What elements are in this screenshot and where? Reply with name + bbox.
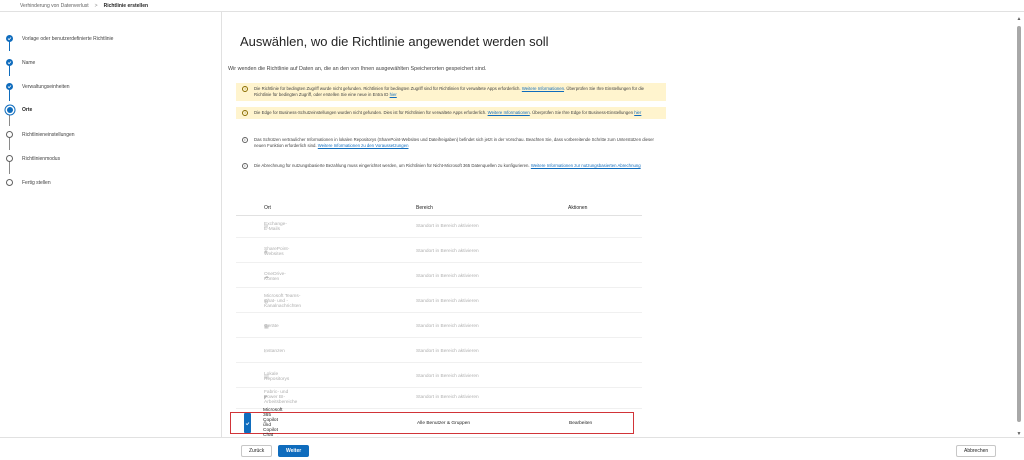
learn-more-link[interactable]: Weitere Informationen bbox=[488, 110, 530, 115]
learn-more-link[interactable]: Weitere Informationen bbox=[522, 86, 564, 91]
step-admin-units[interactable]: Verwaltungseinheiten bbox=[6, 83, 70, 90]
step-name[interactable]: Name bbox=[6, 59, 35, 66]
stepper-divider bbox=[221, 12, 222, 437]
message-text: Das Schützen vertraulicher Informationen… bbox=[254, 137, 654, 148]
location-scope: Standort in Bereich aktivieren bbox=[416, 374, 479, 379]
vertical-scrollbar[interactable]: ▲ ▼ bbox=[1016, 16, 1022, 437]
step-complete-icon bbox=[6, 83, 13, 90]
step-connector bbox=[9, 112, 10, 126]
edge-settings-link[interactable]: hier bbox=[634, 110, 641, 115]
table-row[interactable]: ◈ SharePoint-Websites Standort in Bereich… bbox=[236, 241, 642, 263]
prerequisites-link[interactable]: Weitere Informationen zu den Voraussetzu… bbox=[318, 143, 409, 148]
step-label: Richtlinieneinstellungen bbox=[22, 131, 75, 138]
step-template[interactable]: Vorlage oder benutzerdefinierte Richtlin… bbox=[6, 35, 113, 42]
wizard-stepper: Vorlage oder benutzerdefinierte Richtlin… bbox=[0, 12, 221, 437]
step-pending-icon bbox=[6, 131, 13, 138]
table-row[interactable]: ▤ Lokale Repositorys Standort in Bereich … bbox=[236, 366, 642, 388]
location-scope: Standort in Bereich aktivieren bbox=[416, 274, 479, 279]
breadcrumb: Verhinderung von Datenverlust > Richtlin… bbox=[0, 0, 1024, 12]
table-row-selected[interactable]: ✧ Microsoft 365 Copilot und Copilot Chat … bbox=[230, 408, 634, 438]
step-label: Richtlinienmodus bbox=[22, 155, 61, 162]
breadcrumb-current: Richtlinie erstellen bbox=[103, 2, 149, 9]
message-text: Die Richtlinie für bedingten Zugriff wur… bbox=[254, 86, 522, 91]
step-finish: Fertig stellen bbox=[6, 179, 51, 186]
table-row[interactable]: ◍ Microsoft Teams-Chat- und -Kanalnachric… bbox=[236, 291, 642, 313]
page-intro: Wir wenden die Richtlinie auf Daten an, … bbox=[228, 66, 487, 72]
billing-link[interactable]: Weitere Informationen zur nutzungsbasier… bbox=[531, 163, 641, 168]
location-scope: Standort in Bereich aktivieren bbox=[416, 324, 479, 329]
message-text: Die Edge for Business-Schutzeinstellunge… bbox=[254, 110, 488, 115]
table-row[interactable]: ✉ Exchange-E-Mails Standort in Bereich ak… bbox=[236, 216, 642, 238]
table-header: Ort Bereich Aktionen bbox=[236, 200, 642, 216]
table-row[interactable]: ◌ Instanzen Standort in Bereich aktiviere… bbox=[236, 341, 642, 363]
message-bar-info: i Das Schützen vertraulicher Information… bbox=[236, 134, 666, 152]
back-button[interactable]: Zurück bbox=[241, 445, 273, 457]
location-scope: Standort in Bereich aktivieren bbox=[416, 224, 479, 229]
warning-icon: ! bbox=[242, 110, 248, 116]
page-title: Auswählen, wo die Richtlinie angewendet … bbox=[240, 34, 549, 49]
message-bar-warning: ! Die Richtlinie für bedingten Zugriff w… bbox=[236, 83, 666, 101]
warning-icon: ! bbox=[242, 86, 248, 92]
step-pending-icon bbox=[6, 179, 13, 186]
breadcrumb-separator: > bbox=[94, 2, 98, 9]
info-icon: i bbox=[242, 137, 248, 143]
message-bar-warning: ! Die Edge for Business-Schutzeinstellun… bbox=[236, 107, 666, 119]
next-button[interactable]: Weiter bbox=[278, 445, 310, 457]
main-content: Auswählen, wo die Richtlinie angewendet … bbox=[228, 12, 1018, 456]
column-header-bereich[interactable]: Bereich bbox=[416, 200, 433, 215]
breadcrumb-parent-link[interactable]: Verhinderung von Datenverlust bbox=[20, 3, 89, 9]
location-scope: Standort in Bereich aktivieren bbox=[416, 249, 479, 254]
step-complete-icon bbox=[6, 59, 13, 66]
row-checkbox[interactable] bbox=[244, 413, 251, 433]
column-header-aktionen: Aktionen bbox=[568, 204, 588, 211]
location-scope: Alle Benutzer & Gruppen bbox=[417, 420, 471, 426]
step-label: Name bbox=[22, 59, 36, 66]
step-label: Fertig stellen bbox=[22, 179, 51, 186]
location-scope: Standort in Bereich aktivieren bbox=[416, 395, 479, 400]
entra-link[interactable]: hier bbox=[390, 92, 397, 97]
step-label: Vorlage oder benutzerdefinierte Richtlin… bbox=[22, 35, 114, 42]
step-connector bbox=[9, 136, 10, 150]
step-pending-icon bbox=[6, 155, 13, 162]
message-bar-info: i Die Abrechnung für nutzungsbasierte Be… bbox=[236, 160, 666, 172]
location-scope: Standort in Bereich aktivieren bbox=[416, 299, 479, 304]
step-current-icon bbox=[6, 107, 13, 113]
table-row[interactable]: ▦ Geräte Standort in Bereich aktivieren bbox=[236, 316, 642, 338]
info-icon: i bbox=[242, 163, 248, 169]
wizard-footer: Zurück Weiter Abbrechen bbox=[0, 437, 1024, 460]
step-policy-settings: Richtlinieneinstellungen bbox=[6, 131, 75, 138]
table-row[interactable]: ☁ OneDrive-Konten Standort in Bereich akt… bbox=[236, 266, 642, 288]
step-policy-mode: Richtlinienmodus bbox=[6, 155, 60, 162]
step-complete-icon bbox=[6, 35, 13, 42]
step-locations[interactable]: Orte bbox=[6, 107, 32, 113]
cancel-button[interactable]: Abbrechen bbox=[956, 445, 997, 457]
scroll-up-icon[interactable]: ▲ bbox=[1016, 16, 1022, 22]
location-scope: Standort in Bereich aktivieren bbox=[416, 349, 479, 354]
table-row[interactable]: ◤ Fabric- und Power BI-Arbeitsbereiche St… bbox=[236, 387, 642, 409]
edit-link[interactable]: Bearbeiten bbox=[569, 413, 592, 433]
column-header-ort[interactable]: Ort bbox=[264, 200, 271, 215]
message-text: Die Abrechnung für nutzungsbasierte Beza… bbox=[254, 163, 531, 168]
step-connector bbox=[9, 160, 10, 174]
step-label: Orte bbox=[22, 107, 33, 113]
scrollbar-thumb[interactable] bbox=[1017, 26, 1021, 422]
step-label: Verwaltungseinheiten bbox=[22, 83, 70, 90]
message-text: . Überprüfen Sie Ihre Edge for Business-… bbox=[529, 110, 635, 115]
